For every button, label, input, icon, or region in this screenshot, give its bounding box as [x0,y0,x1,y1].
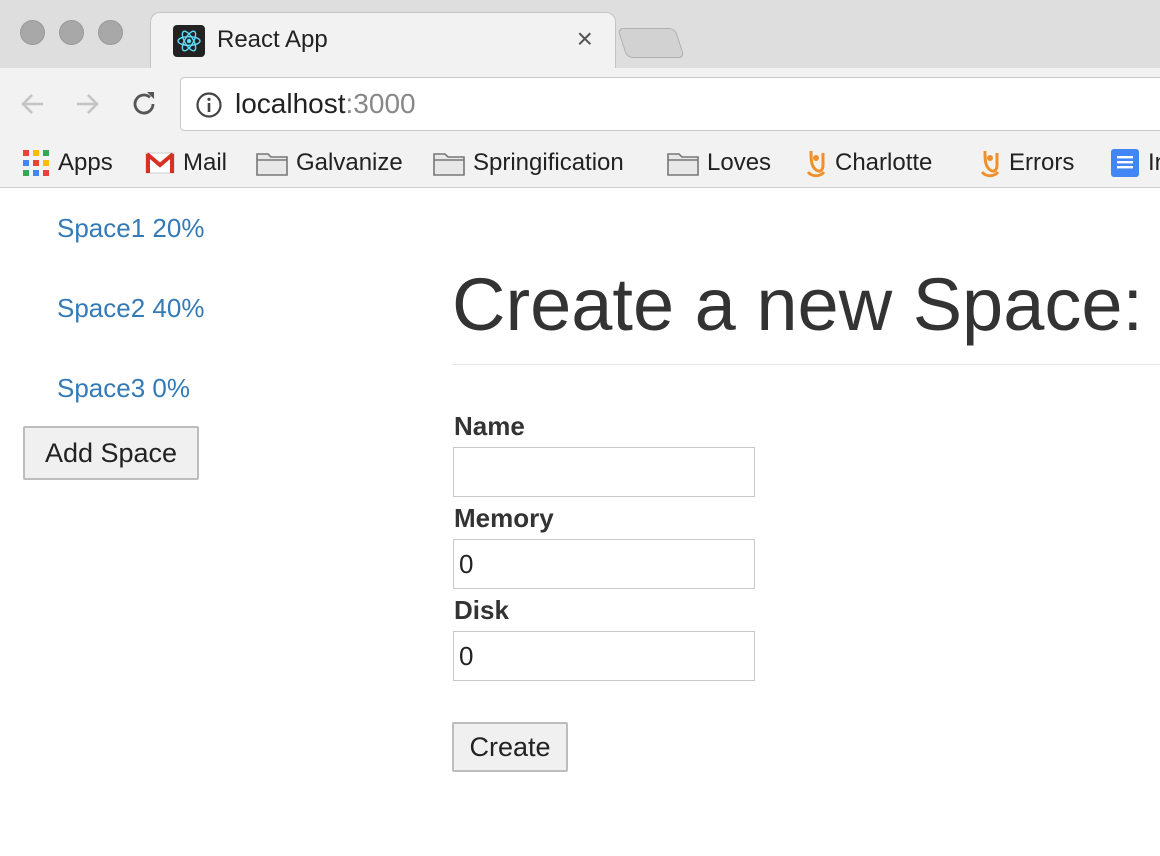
tab-title: React App [217,26,328,53]
bookmark-label: In [1148,149,1160,176]
memory-field[interactable] [453,539,755,589]
window-minimize-icon[interactable] [59,20,84,45]
folder-icon [433,150,465,176]
address-bar[interactable]: localhost:3000 [180,77,1160,131]
disk-label: Disk [454,595,509,625]
browser-tab-strip: React App × [0,0,1160,69]
bookmark-folder-springification[interactable]: Springification [433,146,624,180]
space-link-space3[interactable]: Space3 0% [57,373,190,404]
react-logo-icon [173,25,205,57]
reload-icon[interactable] [124,84,164,124]
bookmark-docs[interactable]: In [1110,146,1160,180]
custom-site-icon [979,148,1001,178]
space-link-space1[interactable]: Space1 20% [57,213,204,244]
bookmark-apps[interactable]: Apps [22,146,113,180]
folder-icon [256,150,288,176]
name-label: Name [454,411,525,441]
bookmarks-bar: Apps Mail Galvanize Springification Love… [0,140,1160,188]
apps-grid-icon [22,149,50,177]
back-arrow-icon[interactable] [12,84,52,124]
custom-site-icon [805,148,827,178]
window-close-icon[interactable] [20,20,45,45]
bookmark-charlotte[interactable]: Charlotte [805,146,932,180]
name-field[interactable] [453,447,755,497]
docs-icon [1110,148,1140,178]
bookmark-errors[interactable]: Errors [979,146,1074,180]
page-title: Create a new Space: [452,263,1144,346]
gmail-icon [145,151,175,175]
bookmark-label: Loves [707,149,772,176]
create-button[interactable]: Create [452,722,568,772]
memory-label: Memory [454,503,554,533]
space-link-space2[interactable]: Space2 40% [57,293,204,324]
browser-tab-active[interactable]: React App × [150,12,616,69]
new-tab-button[interactable] [617,28,685,58]
bookmark-label: Galvanize [296,149,403,176]
bookmark-folder-galvanize[interactable]: Galvanize [256,146,403,180]
bookmark-label: Apps [58,149,113,176]
bookmark-folder-loves[interactable]: Loves [667,146,771,180]
window-maximize-icon[interactable] [98,20,123,45]
tab-close-icon[interactable]: × [577,23,593,55]
heading-divider [452,364,1160,365]
add-space-button[interactable]: Add Space [23,426,199,480]
url-host: localhost [235,88,346,119]
bookmark-mail[interactable]: Mail [145,146,227,180]
bookmark-label: Charlotte [835,149,933,176]
url-port: :3000 [345,88,416,119]
info-icon[interactable] [195,91,223,124]
bookmark-label: Errors [1009,149,1075,176]
disk-field[interactable] [453,631,755,681]
forward-arrow-icon[interactable] [68,84,108,124]
folder-icon [667,150,699,176]
bookmark-label: Mail [183,149,228,176]
url-text: localhost:3000 [235,88,416,120]
browser-toolbar: localhost:3000 [0,68,1160,140]
bookmark-label: Springification [473,149,624,176]
